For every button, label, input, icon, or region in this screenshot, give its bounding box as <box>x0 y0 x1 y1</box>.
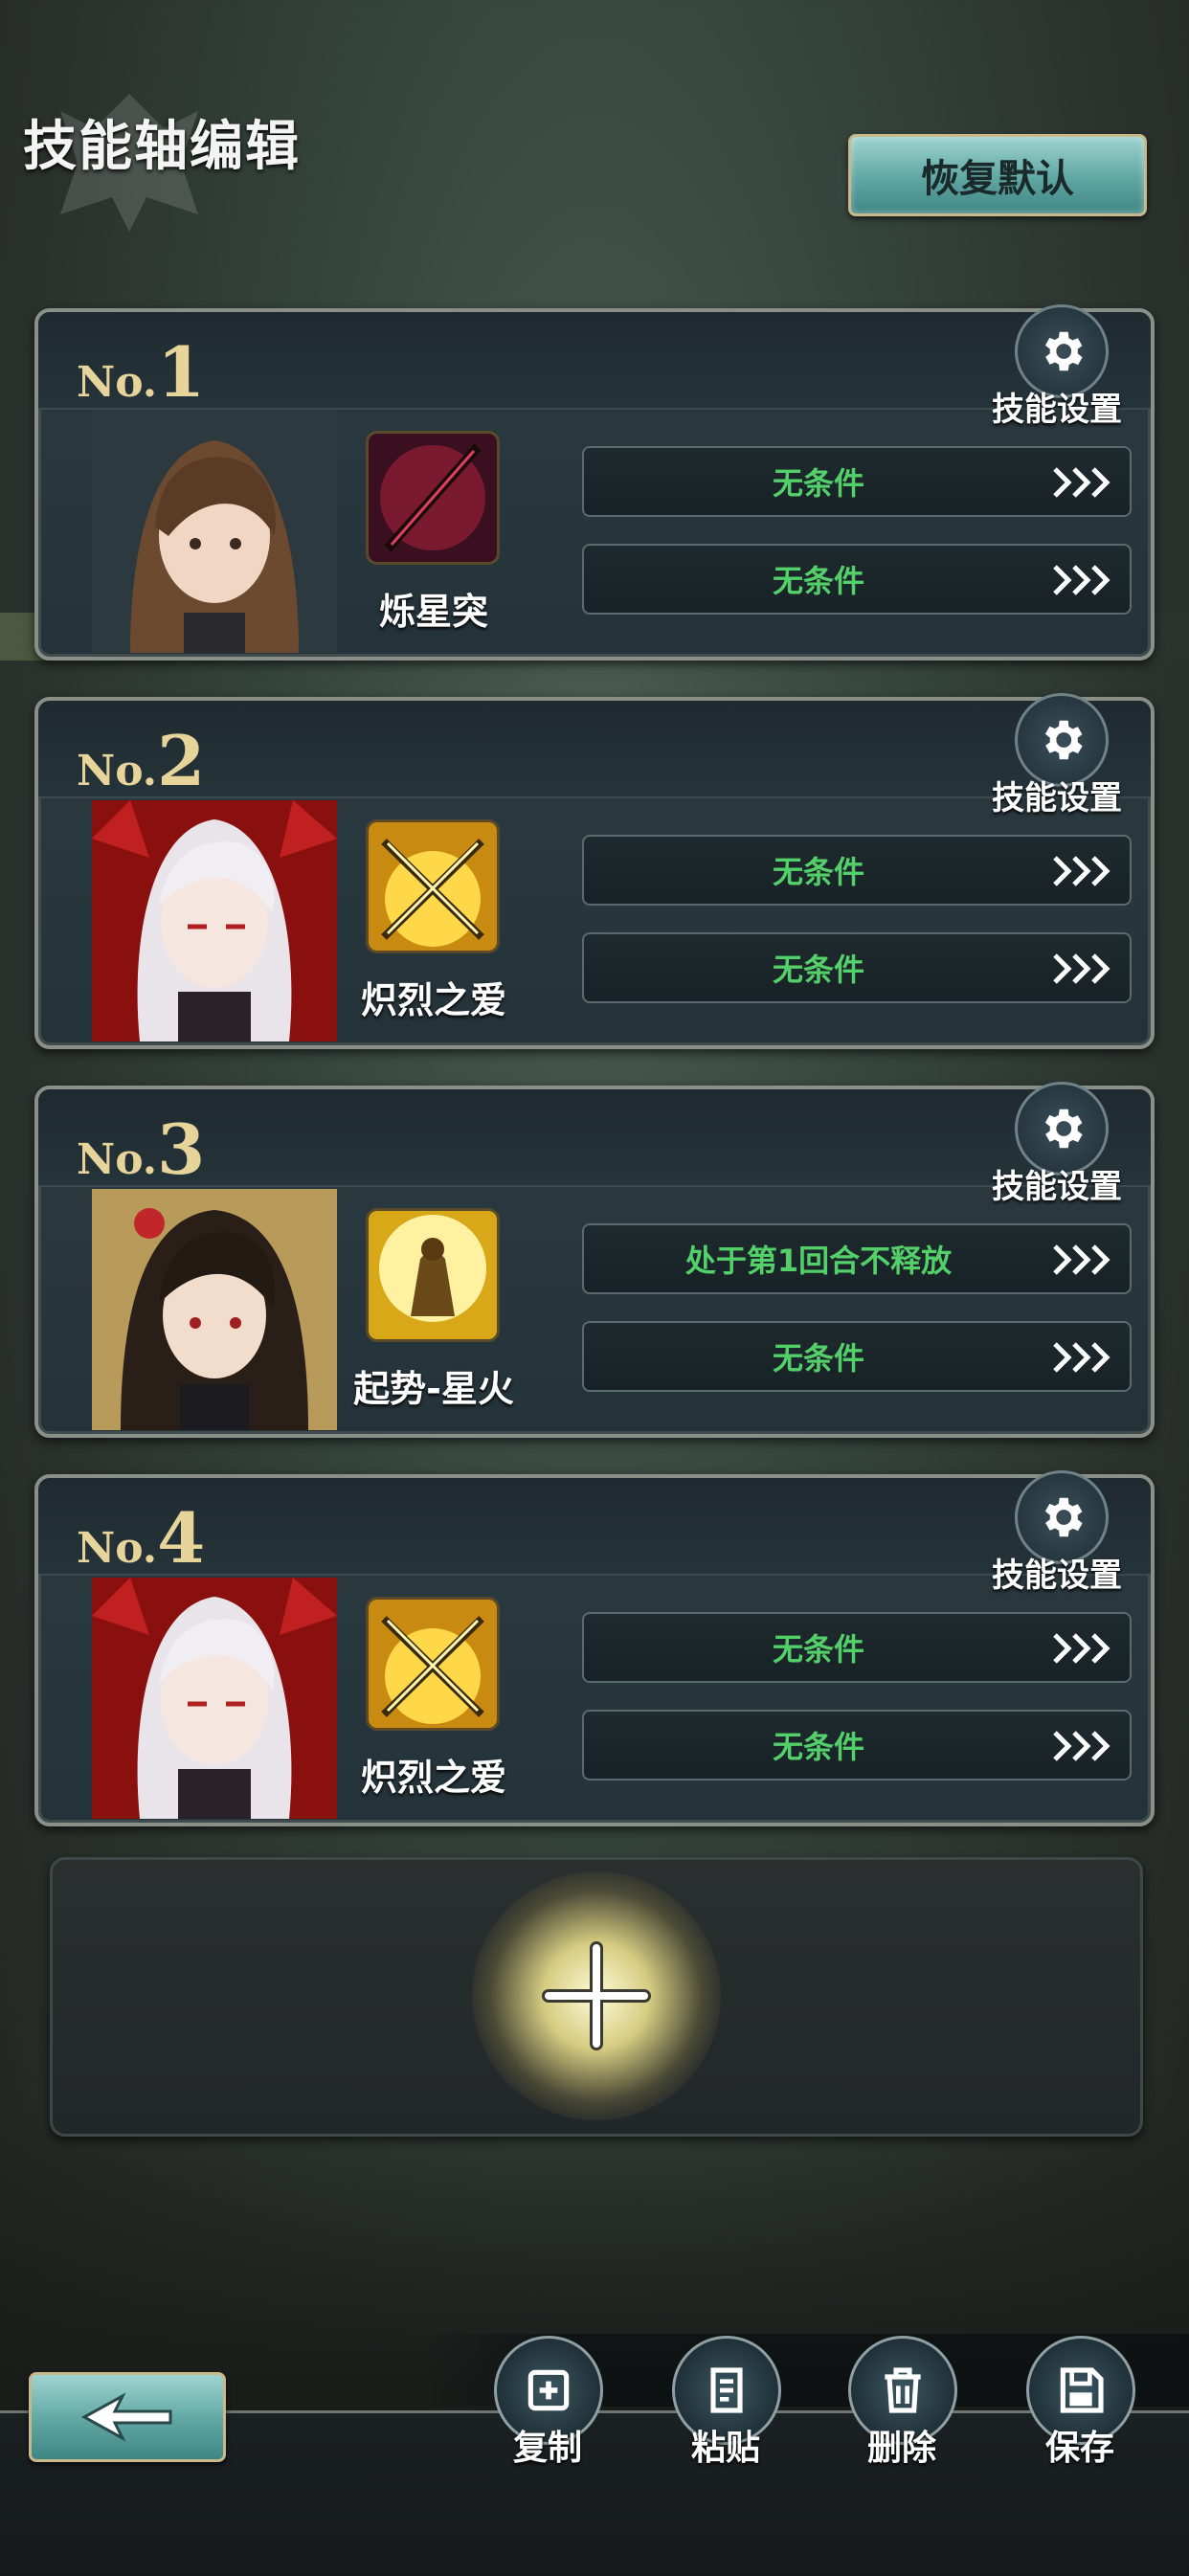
skill-icon[interactable] <box>366 431 500 565</box>
condition-row[interactable]: 无条件 <box>582 1710 1132 1781</box>
save-label: 保存 <box>1044 2429 1114 2468</box>
condition-text: 无条件 <box>772 1340 864 1377</box>
skill-settings-label[interactable]: 技能设置 <box>992 1160 1122 1207</box>
paste-label: 粘贴 <box>690 2429 760 2468</box>
condition-text: 无条件 <box>772 465 864 502</box>
card-header <box>38 312 1151 410</box>
condition-text: 无条件 <box>772 1729 864 1765</box>
copy-label: 复制 <box>512 2429 582 2468</box>
skill-card-3: No.3 技能设置 起势-星火 处于第1回合不释放 无条件 <box>34 1082 1155 1438</box>
condition-text: 处于第1回合不释放 <box>684 1243 953 1279</box>
back-arrow-icon <box>80 2392 172 2442</box>
delete-button[interactable]: 删除 <box>844 2336 959 2470</box>
delete-label: 删除 <box>866 2429 936 2468</box>
trash-icon <box>885 2367 921 2413</box>
character-portrait[interactable] <box>92 1578 337 1819</box>
paste-button[interactable]: 粘贴 <box>668 2336 783 2470</box>
skill-icon[interactable] <box>366 1208 500 1342</box>
save-icon <box>1060 2367 1104 2413</box>
condition-text: 无条件 <box>772 952 864 988</box>
condition-row[interactable]: 无条件 <box>582 932 1132 1003</box>
card-header <box>38 1089 1151 1187</box>
card-header <box>38 1478 1151 1576</box>
triple-chevron-icon <box>1053 1633 1110 1664</box>
add-skill-slot[interactable] <box>50 1857 1143 2137</box>
gear-icon <box>1044 1497 1083 1537</box>
triple-chevron-icon <box>1053 467 1110 498</box>
triple-chevron-icon <box>1053 953 1110 984</box>
page-title: 技能轴编辑 <box>23 116 301 178</box>
gear-icon <box>1044 720 1083 760</box>
card-number: No.1 <box>77 331 206 413</box>
skill-card-2: No.2 技能设置 炽烈之爱 无条件 无条件 <box>34 693 1155 1049</box>
condition-text: 无条件 <box>772 854 864 890</box>
character-portrait[interactable] <box>92 800 337 1042</box>
condition-row[interactable]: 无条件 <box>582 835 1132 906</box>
skill-name: 烁星突 <box>378 591 488 633</box>
condition-row[interactable]: 无条件 <box>582 1612 1132 1683</box>
copy-icon <box>527 2369 570 2411</box>
card-number: No.4 <box>77 1497 206 1579</box>
restore-default-button[interactable]: 恢复默认 <box>848 134 1147 216</box>
paste-icon <box>710 2367 743 2413</box>
condition-text: 无条件 <box>772 563 864 599</box>
skill-settings-label[interactable]: 技能设置 <box>992 1549 1122 1596</box>
card-number: No.3 <box>77 1109 206 1190</box>
condition-text: 无条件 <box>772 1631 864 1668</box>
plus-icon[interactable] <box>539 1938 654 2053</box>
skill-icon[interactable] <box>366 1597 500 1731</box>
triple-chevron-icon <box>1053 856 1110 886</box>
gear-icon <box>1044 1109 1083 1149</box>
card-header <box>38 701 1151 798</box>
save-button[interactable]: 保存 <box>1022 2336 1137 2470</box>
skill-name: 炽烈之爱 <box>360 979 506 1021</box>
back-button[interactable] <box>29 2372 226 2462</box>
triple-chevron-icon <box>1053 565 1110 595</box>
skill-settings-label[interactable]: 技能设置 <box>992 772 1122 818</box>
skill-icon[interactable] <box>366 819 500 953</box>
condition-row[interactable]: 无条件 <box>582 544 1132 615</box>
skill-settings-label[interactable]: 技能设置 <box>992 383 1122 430</box>
triple-chevron-icon <box>1053 1731 1110 1761</box>
skill-name: 起势-星火 <box>353 1368 514 1410</box>
triple-chevron-icon <box>1053 1342 1110 1373</box>
condition-row[interactable]: 无条件 <box>582 446 1132 517</box>
skill-card-4: No.4 技能设置 炽烈之爱 无条件 无条件 <box>34 1470 1155 1826</box>
condition-row[interactable]: 处于第1回合不释放 <box>582 1223 1132 1294</box>
gear-icon <box>1044 331 1083 371</box>
skill-name: 炽烈之爱 <box>360 1757 506 1799</box>
skill-card-1: No.1 技能设置 烁星突 无条件 无条件 <box>34 304 1155 661</box>
character-portrait[interactable] <box>92 1189 337 1430</box>
condition-row[interactable]: 无条件 <box>582 1321 1132 1392</box>
card-number: No.2 <box>77 720 206 801</box>
character-portrait[interactable] <box>92 412 337 653</box>
triple-chevron-icon <box>1053 1244 1110 1275</box>
copy-button[interactable]: 复制 <box>490 2336 605 2470</box>
